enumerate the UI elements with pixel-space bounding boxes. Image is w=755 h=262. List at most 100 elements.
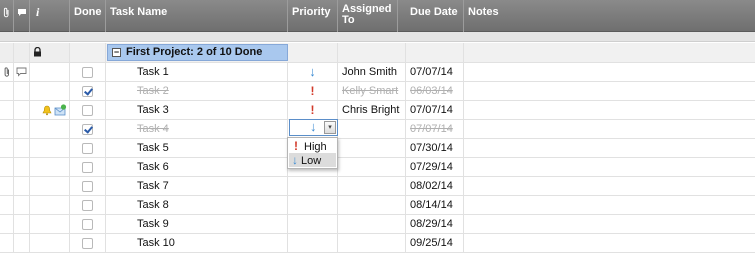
table-row[interactable]: Task 2! Kelly Smart 06/03/14 [0, 82, 755, 101]
table-row[interactable]: Task 8 08/14/14 [0, 196, 755, 215]
assigned-to-cell[interactable] [338, 234, 406, 252]
col-due-date[interactable]: Due Date [406, 0, 464, 32]
info-cell[interactable] [30, 158, 70, 176]
table-row[interactable]: Task 1 ↓ John Smith 07/07/14 [0, 63, 755, 82]
comment-cell[interactable] [14, 158, 30, 176]
done-checkbox[interactable] [82, 200, 93, 211]
priority-cell[interactable] [288, 234, 338, 252]
col-assigned-to[interactable]: Assigned To [338, 0, 398, 32]
priority-cell[interactable] [288, 43, 338, 62]
due-date-cell[interactable]: 07/07/14 [406, 120, 464, 138]
assigned-to-cell[interactable]: Kelly Smart [338, 82, 406, 100]
priority-cell[interactable]: ! [288, 101, 338, 119]
info-cell[interactable] [30, 82, 70, 100]
assigned-to-cell[interactable] [338, 120, 406, 138]
attachment-cell[interactable] [0, 177, 14, 195]
info-cell[interactable] [30, 196, 70, 214]
due-cell[interactable] [406, 43, 464, 62]
parent-task-cell[interactable]: − First Project: 2 of 10 Done [107, 44, 288, 61]
assigned-to-cell[interactable] [338, 196, 406, 214]
assigned-to-cell[interactable] [338, 215, 406, 233]
task-name-cell[interactable]: Task 4 [106, 120, 288, 138]
assigned-to-cell[interactable]: Chris Bright [338, 101, 406, 119]
priority-cell[interactable] [288, 215, 338, 233]
info-cell[interactable] [30, 101, 70, 119]
done-checkbox[interactable] [82, 67, 93, 78]
table-row[interactable]: Task 9 08/29/14 [0, 215, 755, 234]
table-row[interactable]: Task 10 09/25/14 [0, 234, 755, 253]
priority-option-high[interactable]: ! High [289, 139, 336, 153]
col-comment[interactable] [14, 0, 30, 32]
done-checkbox[interactable] [82, 238, 93, 249]
done-checkbox[interactable] [82, 124, 93, 135]
priority-cell[interactable] [288, 196, 338, 214]
assigned-to-cell[interactable] [338, 177, 406, 195]
done-checkbox[interactable] [82, 219, 93, 230]
attachment-cell[interactable] [0, 101, 14, 119]
task-name-cell[interactable]: Task 1 [106, 63, 288, 81]
assigned-to-cell[interactable] [338, 158, 406, 176]
attachment-cell[interactable] [0, 120, 14, 138]
col-priority[interactable]: Priority [288, 0, 338, 32]
comment-cell[interactable] [14, 234, 30, 252]
attachment-cell[interactable] [0, 234, 14, 252]
comment-cell[interactable] [14, 215, 30, 233]
attachment-cell[interactable] [0, 158, 14, 176]
done-checkbox[interactable] [82, 105, 93, 116]
info-cell[interactable] [30, 120, 70, 138]
task-name-cell[interactable]: Task 7 [106, 177, 288, 195]
table-row[interactable]: Task 5 07/30/14 [0, 139, 755, 158]
col-done[interactable]: Done [70, 0, 106, 32]
table-row[interactable]: Task 7 08/02/14 [0, 177, 755, 196]
task-name-cell[interactable]: Task 3 [106, 101, 288, 119]
due-date-cell[interactable]: 09/25/14 [406, 234, 464, 252]
col-notes[interactable]: Notes [464, 0, 755, 32]
info-cell[interactable] [30, 215, 70, 233]
info-cell[interactable] [30, 177, 70, 195]
priority-cell[interactable] [288, 177, 338, 195]
table-row[interactable]: Task 4 07/07/14 [0, 120, 755, 139]
info-cell[interactable] [30, 139, 70, 157]
priority-option-low[interactable]: ↓ Low [289, 153, 336, 167]
task-name-cell[interactable]: Task 6 [106, 158, 288, 176]
attachment-cell[interactable] [0, 196, 14, 214]
due-date-cell[interactable]: 08/14/14 [406, 196, 464, 214]
priority-cell[interactable]: ! [288, 82, 338, 100]
comment-cell[interactable] [14, 177, 30, 195]
priority-cell[interactable]: ↓ [288, 63, 338, 81]
due-date-cell[interactable]: 07/07/14 [406, 63, 464, 81]
due-date-cell[interactable]: 07/30/14 [406, 139, 464, 157]
due-date-cell[interactable]: 08/02/14 [406, 177, 464, 195]
info-cell[interactable] [30, 234, 70, 252]
task-name-cell[interactable]: Task 9 [106, 215, 288, 233]
comment-cell[interactable] [14, 196, 30, 214]
done-checkbox[interactable] [82, 162, 93, 173]
comment-cell[interactable] [14, 82, 30, 100]
task-name-cell[interactable]: Task 2 [106, 82, 288, 100]
attachment-cell[interactable] [0, 63, 14, 81]
due-date-cell[interactable]: 08/29/14 [406, 215, 464, 233]
info-cell[interactable] [30, 63, 70, 81]
dropdown-toggle-icon[interactable]: ▾ [324, 121, 336, 134]
parent-row[interactable]: − First Project: 2 of 10 Done [0, 43, 755, 63]
task-name-cell[interactable]: Task 8 [106, 196, 288, 214]
collapse-toggle-icon[interactable]: − [112, 48, 121, 57]
done-checkbox[interactable] [82, 86, 93, 97]
attachment-cell[interactable] [0, 82, 14, 100]
col-attachment[interactable] [0, 0, 14, 32]
due-date-cell[interactable]: 07/07/14 [406, 101, 464, 119]
assigned-to-cell[interactable]: John Smith [338, 63, 406, 81]
comment-cell[interactable] [14, 101, 30, 119]
priority-editor[interactable]: ↓ ▾ [289, 119, 338, 136]
col-info[interactable]: i [30, 0, 70, 32]
attachment-cell[interactable] [0, 215, 14, 233]
table-row[interactable]: Task 3! Chris Bright 07/07/14 [0, 101, 755, 120]
comment-cell[interactable] [14, 139, 30, 157]
comment-cell[interactable] [14, 120, 30, 138]
col-task-name[interactable]: Task Name [106, 0, 288, 32]
task-name-cell[interactable]: Task 10 [106, 234, 288, 252]
attachment-cell[interactable] [0, 139, 14, 157]
due-date-cell[interactable]: 07/29/14 [406, 158, 464, 176]
due-date-cell[interactable]: 06/03/14 [406, 82, 464, 100]
task-name-cell[interactable]: Task 5 [106, 139, 288, 157]
